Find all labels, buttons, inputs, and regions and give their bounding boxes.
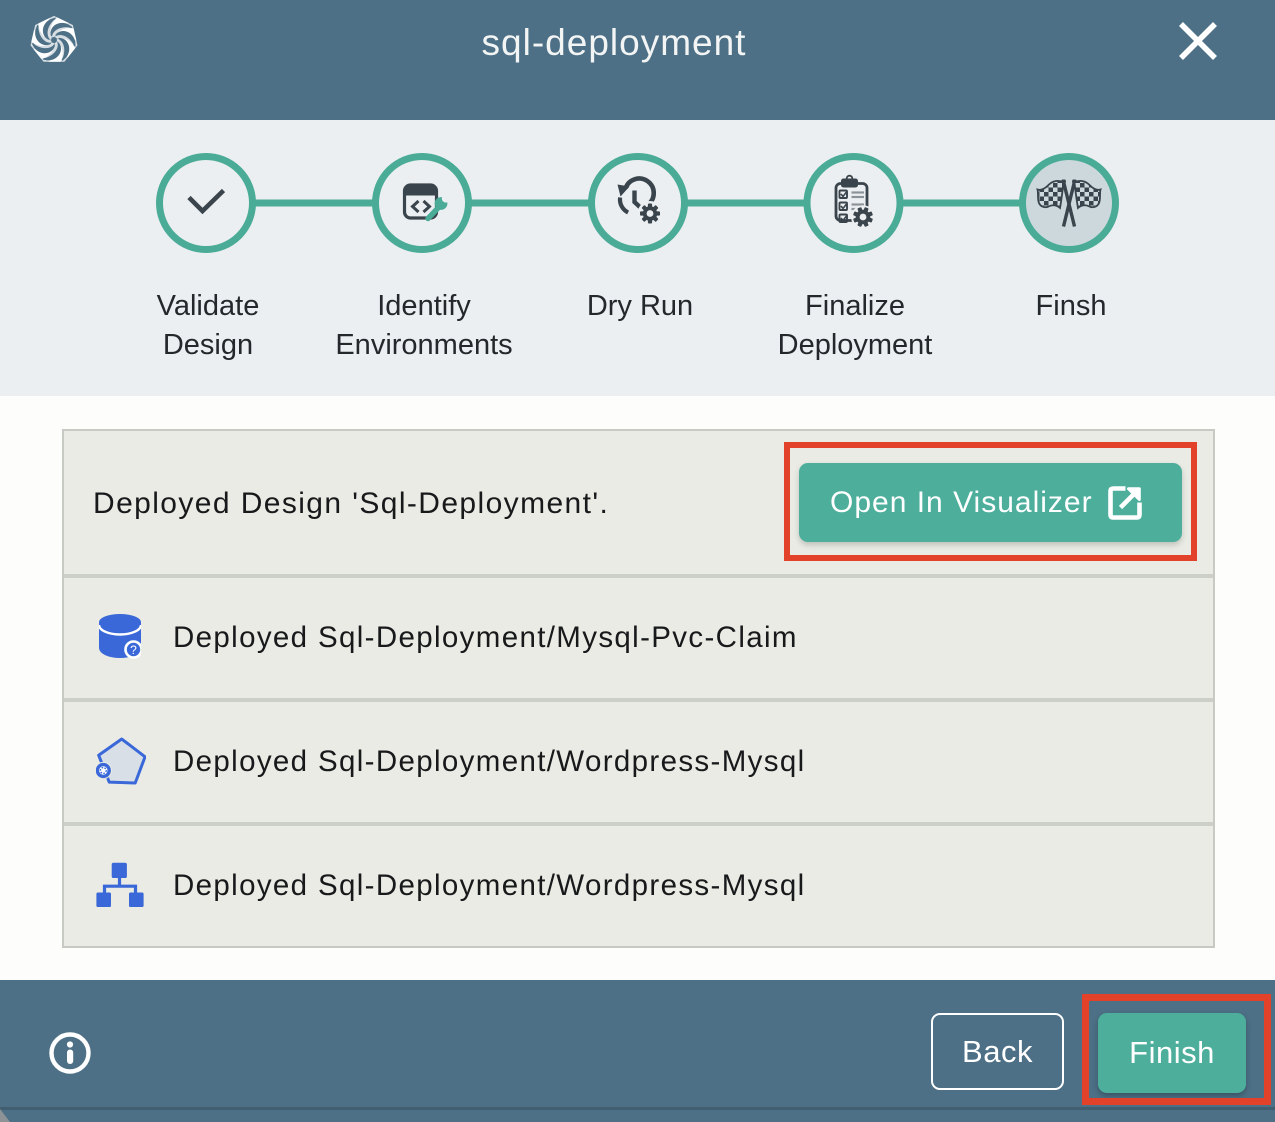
svg-text:?: ?: [130, 643, 137, 657]
